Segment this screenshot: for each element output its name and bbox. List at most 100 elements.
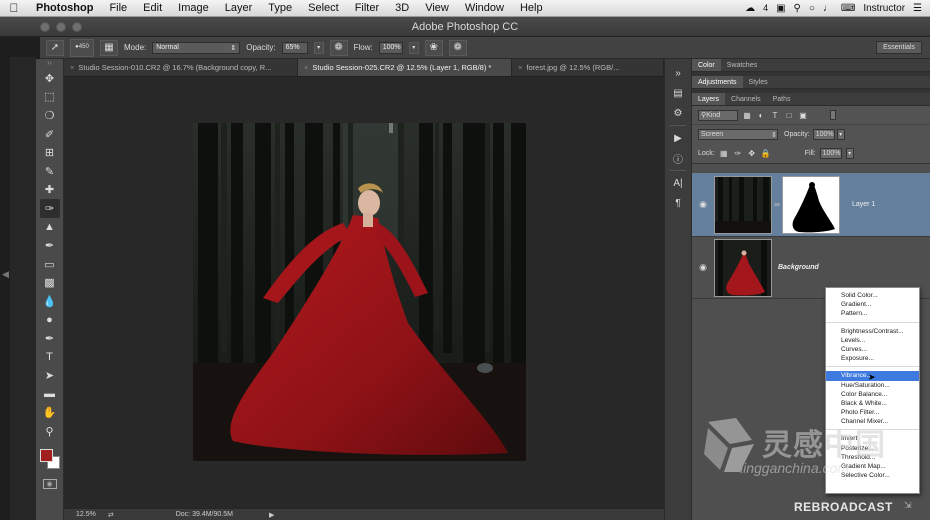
opacity-field[interactable]: 65%	[281, 41, 308, 54]
smart-object-filter-icon[interactable]: ▣	[798, 110, 808, 120]
menu-3d[interactable]: 3D	[387, 2, 417, 14]
layer-name[interactable]: Layer 1	[852, 201, 875, 208]
eraser-tool-icon[interactable]: ▭	[40, 255, 60, 274]
lock-transparent-icon[interactable]: ▦	[719, 149, 729, 158]
menu-item-photo-filter[interactable]: Photo Filter...	[826, 408, 919, 417]
keyboard-icon[interactable]: ⌨	[841, 3, 855, 14]
menu-item-gradient[interactable]: Gradient...	[826, 300, 919, 309]
user-name[interactable]: Instructor	[863, 3, 905, 14]
notification-center-icon[interactable]: ○	[809, 3, 815, 14]
adjustment-filter-icon[interactable]: ◐	[756, 110, 766, 120]
panel-grip-icon[interactable]: ››	[40, 60, 60, 69]
path-selection-tool-icon[interactable]: ➤	[40, 367, 60, 386]
layer-mask-thumbnail[interactable]	[782, 175, 840, 234]
cloud-icon[interactable]: ☁	[745, 3, 755, 14]
background-thumbnail[interactable]	[714, 238, 772, 297]
lock-all-icon[interactable]: 🔒	[761, 149, 771, 158]
tab-adjustments[interactable]: Adjustments	[692, 76, 743, 88]
visibility-eye-icon[interactable]: ◉	[692, 262, 714, 273]
close-tab-icon[interactable]: ×	[70, 63, 74, 72]
marquee-tool-icon[interactable]: ⬚	[40, 88, 60, 107]
close-tab-icon[interactable]: ×	[304, 63, 308, 72]
document-canvas-image[interactable]	[193, 123, 526, 461]
layer-row-layer-1[interactable]: ◉ ∞ Layer 1	[692, 173, 930, 237]
shape-filter-icon[interactable]: □	[784, 110, 794, 120]
status-menu-arrow-icon[interactable]: ▶	[269, 511, 274, 519]
filter-toggle-switch[interactable]	[830, 110, 836, 120]
brush-tool-icon[interactable]: ✑	[39, 199, 60, 218]
workspace-switcher[interactable]: Essentials	[876, 41, 922, 54]
fill-dropdown-icon[interactable]: ▾	[845, 148, 854, 159]
menu-item-brightness-contrast[interactable]: Brightness/Contrast...	[826, 327, 919, 336]
info-panel-icon[interactable]: ⓘ	[669, 150, 687, 166]
lasso-tool-icon[interactable]: ❍	[40, 106, 60, 125]
type-tool-icon[interactable]: T	[40, 348, 60, 367]
menu-item-exposure[interactable]: Exposure...	[826, 354, 919, 363]
brush-size-picker[interactable]: ● 450	[70, 38, 94, 57]
menu-select[interactable]: Select	[300, 2, 347, 14]
menu-help[interactable]: Help	[512, 2, 551, 14]
menu-filter[interactable]: Filter	[347, 2, 387, 14]
menu-item-pattern[interactable]: Pattern...	[826, 309, 919, 318]
tab-styles[interactable]: Styles	[743, 76, 774, 88]
zoom-tool-icon[interactable]: ⚲	[40, 422, 60, 441]
layer-name[interactable]: Background	[778, 264, 819, 271]
menu-item-curves[interactable]: Curves...	[826, 345, 919, 354]
menu-item-color-balance[interactable]: Color Balance...	[826, 390, 919, 399]
history-brush-tool-icon[interactable]: ✒	[40, 236, 60, 255]
opacity-dropdown-icon[interactable]: ▾	[836, 129, 845, 140]
menu-item-channel-mixer[interactable]: Channel Mixer...	[826, 417, 919, 426]
tab-channels[interactable]: Channels	[725, 93, 767, 105]
menu-edit[interactable]: Edit	[135, 2, 170, 14]
airbrush-icon[interactable]: ❀	[424, 39, 443, 56]
menu-extras-icon[interactable]: ☰	[913, 3, 922, 14]
fill-field[interactable]: 100%	[819, 148, 842, 159]
mode-select[interactable]: Normal ⇕	[152, 41, 241, 54]
menu-layer[interactable]: Layer	[217, 2, 261, 14]
lock-pixels-icon[interactable]: ✑	[733, 149, 743, 158]
menu-window[interactable]: Window	[457, 2, 512, 14]
menu-app-photoshop[interactable]: Photoshop	[28, 2, 101, 14]
visibility-eye-icon[interactable]: ◉	[692, 199, 714, 210]
actions-panel-icon[interactable]: ▶	[669, 130, 687, 146]
tab-studio-session-025[interactable]: × Studio Session-025.CR2 @ 12.5% (Layer 1…	[298, 59, 512, 76]
dodge-tool-icon[interactable]: ●	[40, 311, 60, 330]
hand-tool-icon[interactable]: ✋	[40, 404, 60, 423]
share-icon[interactable]: ⇄	[108, 511, 114, 519]
blur-tool-icon[interactable]: 💧	[40, 292, 60, 311]
menu-file[interactable]: File	[101, 2, 135, 14]
brush-panel-toggle-icon[interactable]: ▦	[100, 39, 118, 56]
layer-1-thumbnail[interactable]	[714, 175, 772, 234]
flow-field[interactable]: 100%	[378, 41, 403, 54]
panel-resize-icon[interactable]: ⇲	[904, 500, 912, 511]
properties-panel-icon[interactable]: ⚙	[669, 105, 687, 121]
menu-item-solid-color[interactable]: Solid Color...	[826, 291, 919, 300]
brush-preset-icon[interactable]: ➚	[46, 39, 64, 56]
history-panel-icon[interactable]: ▤	[669, 85, 687, 101]
tab-color[interactable]: Color	[692, 59, 721, 71]
mask-link-icon[interactable]: ∞	[772, 200, 782, 209]
menu-item-levels[interactable]: Levels...	[826, 336, 919, 345]
menu-item-posterize[interactable]: Posterize...	[826, 444, 919, 453]
flow-dropdown-icon[interactable]: ▾	[408, 41, 419, 54]
menu-item-invert[interactable]: Invert	[826, 434, 919, 443]
opacity-dropdown-icon[interactable]: ▾	[313, 41, 324, 54]
menu-view[interactable]: View	[417, 2, 457, 14]
gradient-tool-icon[interactable]: ▩	[40, 274, 60, 293]
healing-brush-tool-icon[interactable]: ✚	[40, 181, 60, 200]
filter-kind-select[interactable]: ⚲ Kind	[698, 109, 738, 121]
volume-icon[interactable]: ♩	[823, 3, 833, 14]
tab-studio-session-010[interactable]: × Studio Session-010.CR2 @ 16.7% (Backgro…	[64, 59, 298, 76]
menu-item-selective-color[interactable]: Selective Color...	[826, 471, 919, 480]
shape-tool-icon[interactable]: ▬	[40, 385, 60, 404]
menu-item-threshold[interactable]: Threshold...	[826, 453, 919, 462]
close-window-button[interactable]	[40, 22, 50, 32]
apple-icon[interactable]: 	[0, 1, 28, 15]
pressure-size-icon[interactable]: ❁	[448, 39, 467, 56]
expand-arrow-icon[interactable]: ◀	[2, 269, 9, 280]
blend-mode-select[interactable]: Screen ⇕	[698, 129, 778, 140]
canvas-area[interactable]	[64, 77, 664, 508]
spotlight-search-icon[interactable]: ⚲	[794, 3, 801, 14]
layer-opacity-field[interactable]: 100%	[812, 129, 835, 140]
tab-paths[interactable]: Paths	[767, 93, 797, 105]
